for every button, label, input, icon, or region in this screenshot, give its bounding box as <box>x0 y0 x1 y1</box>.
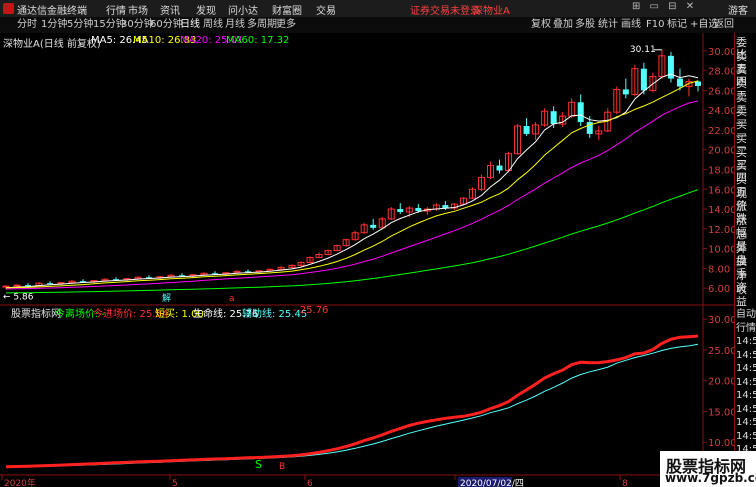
period-daily[interactable]: 日线 <box>180 17 200 33</box>
price-tick-label: 28.00 <box>708 67 734 78</box>
menu-faxian[interactable]: 发现 <box>196 2 216 17</box>
period-1min[interactable]: 1分钟 <box>41 17 67 33</box>
low-price-label: ← 5.86 <box>3 292 34 302</box>
side-time-label: 14:50 <box>736 376 756 388</box>
kline-chart[interactable]: 30.00 28.00 26.00 24.00 22.00 20.00 18.00 16.00… <box>0 33 734 487</box>
title-bar: 通达信金融终端 行情 市场 资讯 发现 问小达 财富圈 交易 证券交易未登录 深… <box>0 0 756 17</box>
candle-body-down <box>47 283 53 285</box>
btn-f10[interactable]: F10 <box>646 17 664 33</box>
main-chart-title: 深物业A(日线 前复权) <box>3 39 101 50</box>
menu-hangqing[interactable]: 行情 <box>106 2 126 17</box>
candle-body-down <box>676 78 683 87</box>
side-time-label: 14:50 <box>736 390 756 401</box>
side-time-label: 14:50 <box>736 349 756 361</box>
side-time-label: 14:50 <box>736 336 756 347</box>
date-cursor-label: 2020/07/02/四 <box>460 479 524 487</box>
side-time-label: 行情 <box>736 322 756 334</box>
sub-tick-label: 30.00 <box>708 315 734 326</box>
current-stock: 深物业A <box>473 6 510 17</box>
sub-buy-signal: S <box>255 458 262 471</box>
price-tick-label: 14.00 <box>708 205 734 216</box>
menu-shichang[interactable]: 市场 <box>128 2 148 17</box>
candle-body-down <box>640 68 647 91</box>
period-weekly[interactable]: 周线 <box>203 17 223 33</box>
ma-line-ma60 <box>5 189 699 294</box>
side-time-label: 14:50 <box>736 403 756 415</box>
sub-marker-b: B <box>279 462 285 472</box>
price-tick-label: 10.00 <box>708 245 734 256</box>
sub-tick-label: 20.00 <box>708 377 734 388</box>
sub-label-last: - 25.76 <box>293 305 329 316</box>
candle-body-down <box>622 89 629 95</box>
menu-caifuquan[interactable]: 财富圈 <box>272 2 302 17</box>
window-control-icons[interactable]: ⊞ ▭ ⊟ ✕ <box>632 1 697 12</box>
menu-jiaoyi[interactable]: 交易 <box>316 2 336 17</box>
btn-duogu[interactable]: 多股 <box>575 17 595 33</box>
period-toolbar: 分时 1分钟 5分钟 15分钟 30分钟 60分钟 日线 周线 月线 多周期 更… <box>0 17 756 33</box>
btn-biaoji[interactable]: 标记 <box>667 17 687 33</box>
period-fenshi[interactable]: 分时 <box>17 17 37 33</box>
guest-label[interactable]: 游客 <box>728 2 748 17</box>
high-price-label: 30.11 <box>630 45 656 55</box>
btn-tongji[interactable]: 统计 <box>598 17 618 33</box>
price-tick-label: 16.00 <box>708 185 734 196</box>
btn-fanhui[interactable]: 返回 <box>714 17 734 33</box>
date-tick-label: 5 <box>172 479 178 487</box>
candle-body-up <box>13 284 21 287</box>
price-tick-label: 18.00 <box>708 166 734 177</box>
sub-life-line <box>5 334 699 469</box>
watermark-line2: www.7gpzb.com <box>665 471 756 485</box>
menu-zixun[interactable]: 资讯 <box>160 2 180 17</box>
period-5min[interactable]: 5分钟 <box>67 17 93 33</box>
price-tick-label: 20.00 <box>708 146 734 157</box>
quote-side-panel[interactable]: 委比 卖五 卖四 卖三 卖二 卖一 买一 买二 买三 买四 买五 现价 涨跌 涨幅 总量 外盘 换手 净资 收益 自动… <box>734 33 756 487</box>
side-time-label: 14:50 <box>736 430 756 442</box>
candle-body-down <box>415 208 422 212</box>
btn-huaxian[interactable]: 画线 <box>621 17 641 33</box>
price-tick-label: 8.00 <box>708 264 730 275</box>
side-time-label: 自动 <box>736 309 756 320</box>
login-status[interactable]: 证券交易未登录 <box>410 2 480 17</box>
date-tick-label: 2020年 <box>4 477 36 487</box>
price-tick-label: 22.00 <box>708 126 734 137</box>
period-60min[interactable]: 60分钟 <box>150 17 183 33</box>
ma60-value: MA60: 17.32 <box>226 35 290 46</box>
candle-body-down <box>577 102 584 123</box>
watermark-logo: 股票指标网 www.7gpzb.com <box>660 451 756 487</box>
candle-body-down <box>397 209 404 213</box>
period-multi[interactable]: 多周期 <box>247 17 277 33</box>
price-tick-label: 12.00 <box>708 225 734 236</box>
marker-jie: 解 <box>162 292 171 304</box>
btn-diejia[interactable]: 叠加 <box>553 17 573 33</box>
menu-wenxiaoda[interactable]: 问小达 <box>228 2 258 17</box>
candle-body-down <box>496 165 503 171</box>
date-tick-label: 8 <box>622 479 628 487</box>
price-tick-label: 24.00 <box>708 106 734 117</box>
sub-tick-label: 10.00 <box>708 438 734 449</box>
side-time-label: 14:50 <box>736 363 756 374</box>
candle-body-down <box>550 111 557 125</box>
marker-a: a <box>229 294 235 304</box>
app-title: 通达信金融终端 <box>17 6 87 17</box>
sub-chart-title: 股票指标网 <box>11 309 61 320</box>
period-monthly[interactable]: 月线 <box>225 17 245 33</box>
candle-body-down <box>523 126 530 134</box>
candle-body-up <box>2 285 10 288</box>
sub-tick-label: 15.00 <box>708 407 734 418</box>
app-logo-icon <box>3 3 14 14</box>
price-tick-label: 30.00 <box>708 47 734 58</box>
candle-body-down <box>695 81 701 86</box>
date-tick-label: 6 <box>307 479 313 487</box>
side-time-label: 14:50 <box>736 417 756 428</box>
period-more[interactable]: 更多 <box>276 17 296 33</box>
side-label: 收益 <box>736 282 747 308</box>
price-tick-label: 6.00 <box>708 284 730 295</box>
ma-line-ma10 <box>5 80 699 289</box>
ma-line-ma20 <box>5 100 699 290</box>
candle-body-down <box>370 224 377 228</box>
btn-fuquan[interactable]: 复权 <box>531 17 551 33</box>
price-tick-label: 26.00 <box>708 86 734 97</box>
sub-tick-label: 25.00 <box>708 346 734 357</box>
period-30min[interactable]: 30分钟 <box>121 17 154 33</box>
